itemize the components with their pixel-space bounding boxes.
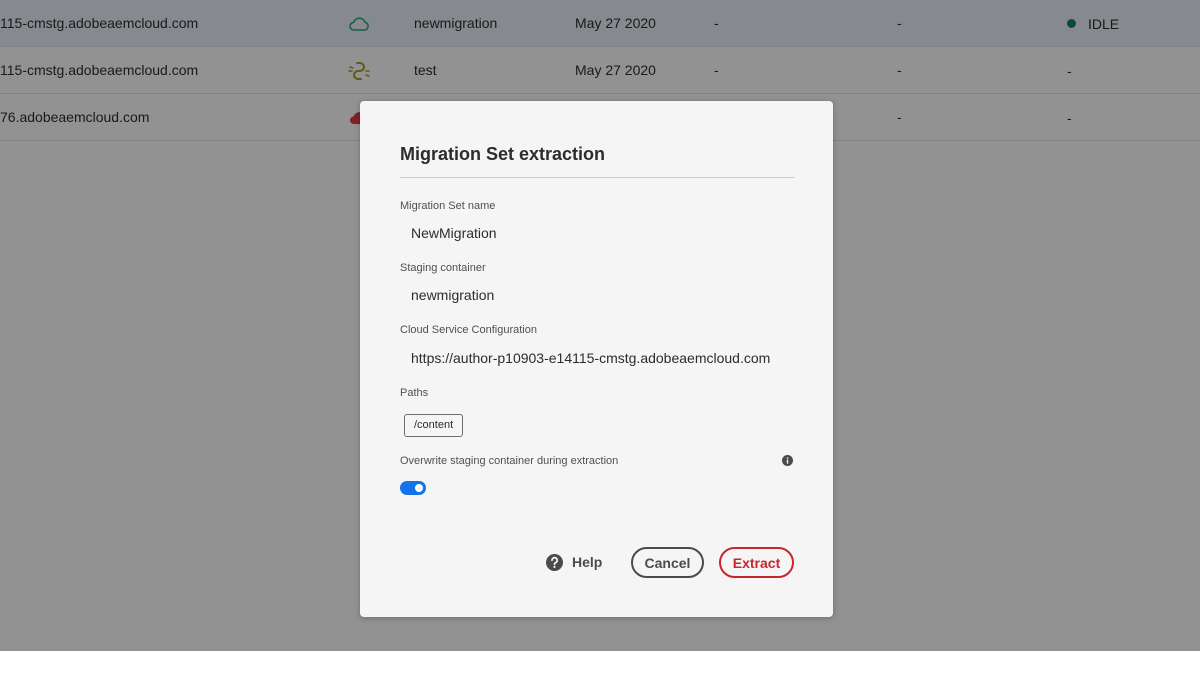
extract-button[interactable]: Extract: [719, 547, 794, 578]
overwrite-toggle[interactable]: [400, 481, 426, 495]
toggle-knob: [415, 484, 423, 492]
cancel-button[interactable]: Cancel: [631, 547, 704, 578]
paths-label: Paths: [400, 387, 429, 399]
title-divider: [400, 177, 794, 178]
dialog-title: Migration Set extraction: [400, 144, 606, 164]
cloud-config-label: Cloud Service Configuration: [400, 324, 537, 336]
staging-container-label: Staging container: [400, 262, 486, 274]
path-tag: /content: [404, 414, 464, 437]
migration-set-name-value: NewMigration: [411, 225, 497, 241]
info-icon[interactable]: [782, 453, 793, 466]
help-icon: [546, 553, 563, 571]
help-button[interactable]: Help: [546, 552, 602, 572]
help-label: Help: [572, 554, 603, 570]
cloud-config-value: https://author-p10903-e14115-cmstg.adobe…: [411, 350, 771, 366]
migration-set-name-label: Migration Set name: [400, 200, 496, 212]
staging-container-value: newmigration: [411, 287, 495, 303]
overwrite-label: Overwrite staging container during extra…: [400, 455, 619, 467]
extraction-dialog: Migration Set extraction Migration Set n…: [360, 101, 833, 617]
